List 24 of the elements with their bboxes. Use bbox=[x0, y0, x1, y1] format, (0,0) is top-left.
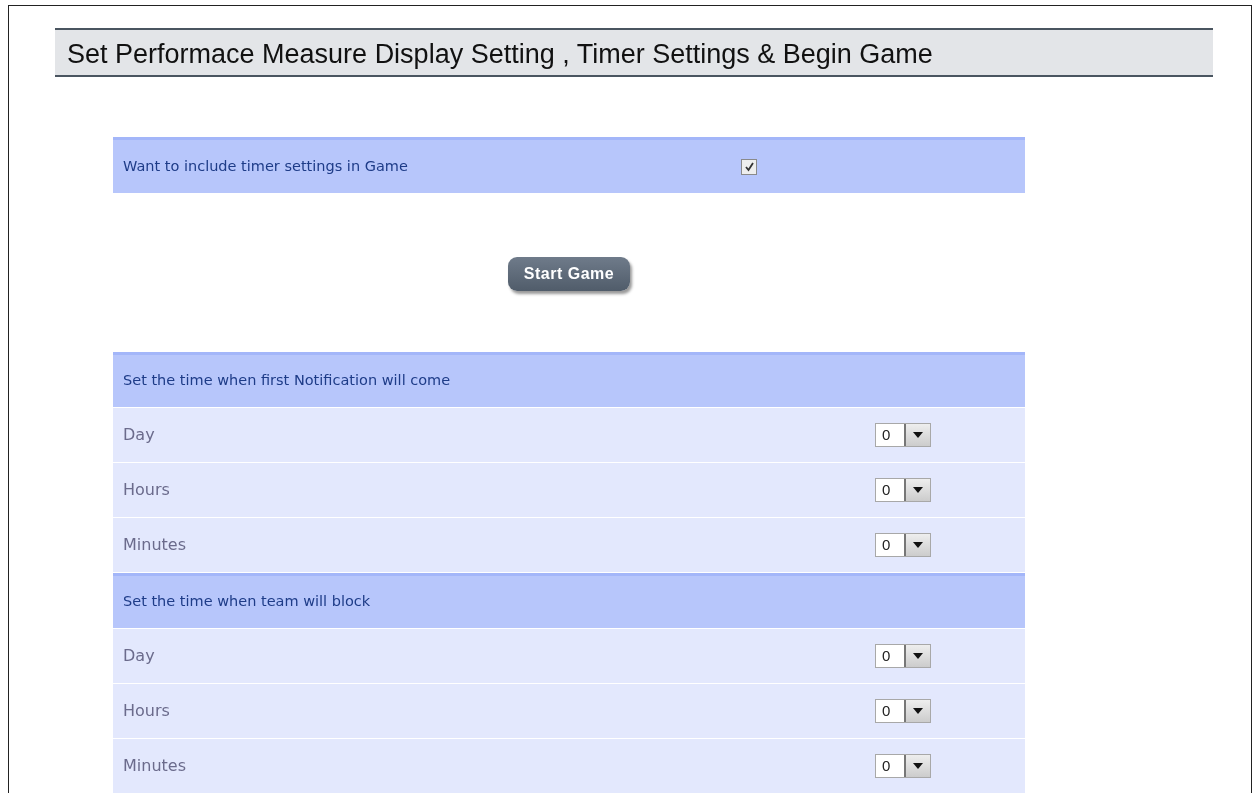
dropdown[interactable]: 0 bbox=[875, 699, 932, 723]
field-label: Minutes bbox=[123, 534, 187, 556]
field-label: Hours bbox=[123, 700, 171, 722]
option-label: Want to include timer settings in Game bbox=[123, 156, 409, 176]
dropdown[interactable]: 0 bbox=[875, 754, 932, 778]
caret-icon bbox=[913, 432, 924, 438]
field-label: Minutes bbox=[123, 755, 187, 777]
dropdown[interactable]: 0 bbox=[875, 533, 932, 557]
caret-icon bbox=[913, 487, 924, 493]
field-label: Day bbox=[123, 424, 156, 446]
start-game-button[interactable]: Start Game bbox=[507, 257, 631, 291]
dropdown[interactable]: 0 bbox=[875, 478, 932, 502]
dropdown[interactable]: 0 bbox=[875, 423, 932, 447]
page-title: Set Performace Measure Display Setting , Timer Settings & Begin Game bbox=[55, 28, 1213, 77]
dropdown[interactable]: 0 bbox=[875, 644, 932, 668]
caret-icon bbox=[913, 763, 924, 769]
field-label: Hours bbox=[123, 479, 171, 501]
section-heading: Set the time when first Notification will come bbox=[123, 371, 451, 391]
field-label: Day bbox=[123, 645, 156, 667]
caret-icon bbox=[913, 653, 924, 659]
section-heading: Set the time when team will block bbox=[123, 592, 371, 612]
caret-icon bbox=[913, 708, 924, 714]
caret-icon bbox=[913, 542, 924, 548]
timer-checkbox[interactable] bbox=[741, 158, 757, 175]
